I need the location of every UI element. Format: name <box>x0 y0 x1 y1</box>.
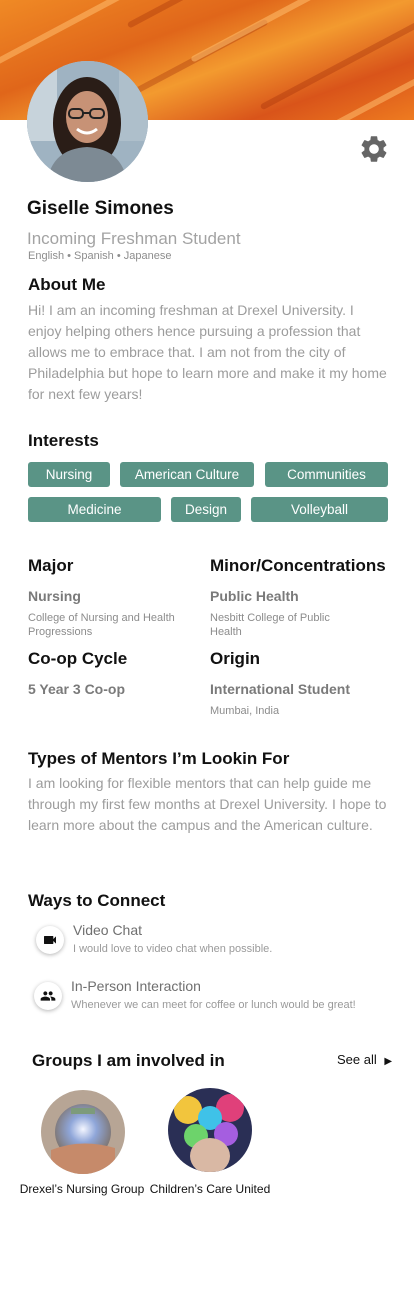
in-person-title: In-Person Interaction <box>71 978 201 994</box>
origin-location: Mumbai, India <box>210 705 280 717</box>
group-avatar-nursing[interactable] <box>41 1090 125 1174</box>
origin-value: International Student <box>210 681 350 697</box>
in-person-desc: Whenever we can meet for coffee or lunch… <box>71 999 356 1011</box>
connect-heading: Ways to Connect <box>28 891 166 910</box>
interest-tag[interactable]: Design <box>171 497 241 522</box>
profile-subtitle: Incoming Freshman Student <box>27 229 241 248</box>
origin-heading: Origin <box>210 649 261 668</box>
group-label-childrens-care: Children’s Care United <box>149 1182 271 1196</box>
avatar-photo <box>27 61 148 182</box>
profile-name: Giselle Simones <box>27 198 174 219</box>
interest-tag[interactable]: Nursing <box>28 462 110 487</box>
interest-tag[interactable]: American Culture <box>120 462 254 487</box>
see-all-link[interactable]: See all ▶ <box>337 1052 392 1067</box>
avatar[interactable] <box>27 61 148 182</box>
group-label-nursing: Drexel’s Nursing Group <box>19 1182 145 1196</box>
settings-gear-icon[interactable] <box>358 133 390 165</box>
see-all-label: See all <box>337 1052 377 1067</box>
coop-heading: Co-op Cycle <box>28 649 128 668</box>
interests-heading: Interests <box>28 431 99 450</box>
mentors-heading: Types of Mentors I’m Lookin For <box>28 749 290 768</box>
video-chat-title: Video Chat <box>73 922 143 938</box>
video-camera-icon <box>36 926 64 954</box>
play-arrow-icon: ▶ <box>384 1056 393 1067</box>
mentors-text: I am looking for flexible mentors that c… <box>28 775 387 833</box>
profile-languages: English • Spanish • Japanese <box>28 250 172 262</box>
major-college: College of Nursing and Health Progressio… <box>28 612 175 638</box>
about-heading: About Me <box>28 275 106 294</box>
major-heading: Major <box>28 556 74 575</box>
minor-college: Nesbitt College of Public Health <box>210 612 330 638</box>
groups-heading: Groups I am involved in <box>32 1051 225 1070</box>
about-text: Hi! I am an incoming freshman at Drexel … <box>28 302 387 402</box>
group-avatar-childrens-care[interactable] <box>168 1088 252 1172</box>
coop-value: 5 Year 3 Co-op <box>28 681 126 697</box>
interest-tag[interactable]: Volleyball <box>251 497 388 522</box>
people-icon <box>34 982 62 1010</box>
video-chat-desc: I would love to video chat when possible… <box>73 943 273 955</box>
interest-tag[interactable]: Medicine <box>28 497 161 522</box>
major-value: Nursing <box>28 588 81 604</box>
minor-heading: Minor/Concentrations <box>210 556 386 575</box>
interest-tag[interactable]: Communities <box>265 462 388 487</box>
minor-value: Public Health <box>210 588 299 604</box>
